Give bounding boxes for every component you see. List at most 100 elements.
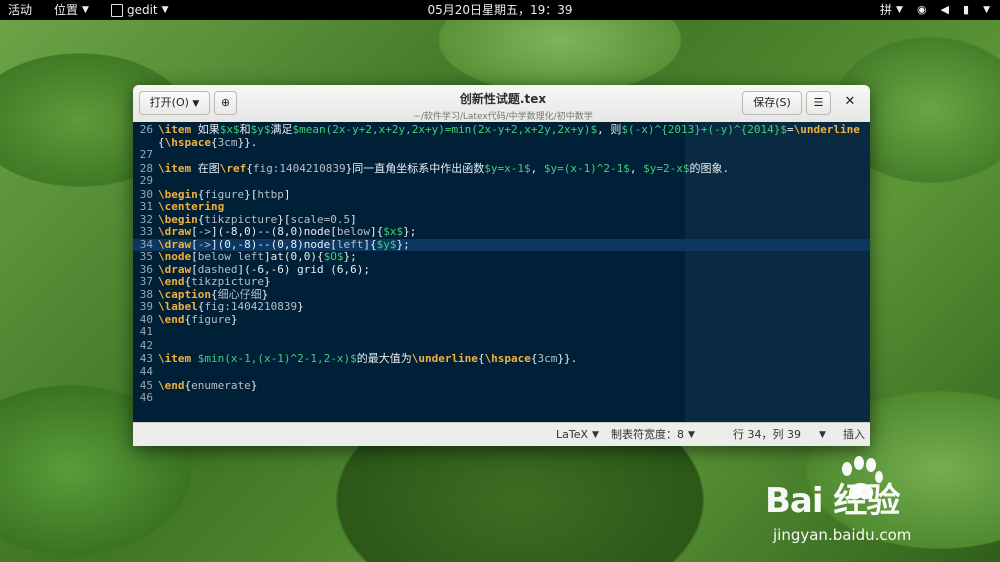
code-line[interactable]: 42: [133, 338, 870, 352]
input-method-label: 拼: [880, 3, 893, 17]
code-line[interactable]: 34 \draw[->](0,-8)--(0,8)node[left]{$y$};: [133, 237, 870, 251]
app-menu[interactable]: gedit ▼: [110, 0, 169, 20]
code-line[interactable]: 36 \draw[dashed](-6,-6) grid (6,6);: [133, 263, 870, 276]
code-line[interactable]: 26 \item 如果$x$和$y$满足$mean(2x-y+2,x+2y,2x+…: [133, 124, 870, 136]
new-document-icon: ⊕: [220, 96, 231, 109]
close-icon: ✕: [844, 94, 856, 109]
places-label: 位置: [54, 3, 79, 17]
language-label: LaTeX: [556, 428, 589, 441]
places-menu[interactable]: 位置 ▼: [54, 0, 89, 20]
line-number: 39: [139, 300, 153, 314]
hamburger-icon: ☰: [813, 96, 824, 109]
gedit-app-icon: [110, 3, 123, 17]
code-line[interactable]: 27: [133, 149, 870, 161]
close-button[interactable]: ✕: [839, 91, 861, 115]
chevron-down-icon: ▼: [819, 430, 826, 440]
line-text: \caption{细心仔细}: [158, 287, 269, 301]
code-line[interactable]: 33 \draw[->](-8,0)--(8,0)node[below]{$x$}…: [133, 226, 870, 238]
line-number: 46: [139, 391, 153, 404]
line-number: 29: [139, 174, 153, 188]
top-bar: 活动 位置 ▼ gedit ▼ 05月20日星期五，19：39 拼 ▼ ◉ ◀ …: [0, 0, 1000, 20]
code-line[interactable]: 29: [133, 175, 870, 187]
code-line[interactable]: 39 \label{fig:1404210839}: [133, 301, 870, 313]
wifi-icon[interactable]: ◉: [917, 0, 927, 20]
line-text: \end{tikzpicture}: [158, 275, 271, 289]
line-number: 32: [139, 212, 153, 226]
line-text: \begin{tikzpicture}[scale=0.5]: [158, 212, 357, 226]
line-text: \begin{figure}[htbp]: [158, 187, 291, 201]
open-button[interactable]: 打开(O) ▼: [139, 91, 210, 115]
system-menu[interactable]: ▼: [983, 0, 990, 20]
tab-width-selector[interactable]: 制表符宽度：8 ▼: [611, 423, 695, 446]
gedit-window: 打开(O) ▼ ⊕ 创新性试题.tex ~/软件学习/Latex代码/中学数理化…: [133, 85, 870, 446]
status-bar: LaTeX ▼ 制表符宽度：8 ▼ 行 34，列 39 ▼ 插入: [133, 422, 870, 446]
code-line[interactable]: 30 \begin{figure}[htbp]: [133, 187, 870, 201]
code-line[interactable]: 37 \end{tikzpicture}: [133, 276, 870, 288]
watermark-url: jingyan.baidu.com: [773, 526, 912, 544]
chevron-down-icon: ▼: [161, 5, 169, 15]
line-text: \centering: [158, 200, 225, 214]
line-number: 45: [139, 378, 153, 392]
code-line[interactable]: {\hspace{3cm}}.: [133, 135, 870, 149]
code-line[interactable]: 28 \item 在图\ref{fig:1404210839}同一直角坐标系中作出…: [133, 161, 870, 175]
line-text: \draw[->](-8,0)--(8,0)node[below]{$x$};: [158, 225, 417, 239]
new-tab-button[interactable]: ⊕: [214, 91, 237, 115]
open-button-label: 打开(O): [149, 96, 189, 109]
cursor-position[interactable]: 行 34，列 39: [733, 423, 801, 446]
window-title: 创新性试题.tex: [459, 92, 547, 106]
battery-icon[interactable]: ▮: [963, 0, 969, 20]
line-number: 35: [139, 250, 153, 264]
activities-button[interactable]: 活动: [8, 0, 32, 20]
code-line[interactable]: 41: [133, 326, 870, 338]
chevron-down-icon: ▼: [192, 99, 200, 109]
line-text: \draw[->](0,-8)--(0,8)node[left]{$y$};: [158, 237, 410, 251]
code-line[interactable]: 32 \begin{tikzpicture}[scale=0.5]: [133, 212, 870, 226]
app-menu-label: gedit: [126, 3, 158, 17]
chevron-down-icon: ▼: [688, 430, 695, 440]
line-text: \end{figure}: [158, 312, 238, 326]
language-selector[interactable]: LaTeX ▼: [556, 423, 599, 446]
text-editor[interactable]: 26 \item 如果$x$和$y$满足$mean(2x-y+2,x+2y,2x+…: [133, 122, 870, 422]
line-number: 43: [139, 352, 153, 366]
line-text: \item 在图\ref{fig:1404210839}同一直角坐标系中作出函数…: [158, 161, 730, 175]
save-button[interactable]: 保存(S): [742, 91, 802, 115]
clock[interactable]: 05月20日星期五，19：39: [427, 3, 572, 17]
line-text: \label{fig:1404210839}: [158, 300, 304, 314]
line-number: 44: [139, 364, 153, 378]
input-method-indicator[interactable]: 拼 ▼: [880, 0, 903, 20]
menu-button[interactable]: ☰: [806, 91, 831, 115]
code-line[interactable]: 43 \item $min(x-1,(x-1)^2-1,2-x)$的最大值为\un…: [133, 353, 870, 365]
line-text: \item $min(x-1,(x-1)^2-1,2-x)$的最大值为\unde…: [158, 352, 578, 366]
chevron-down-icon: ▼: [82, 5, 89, 15]
chevron-down-icon: ▼: [983, 5, 990, 15]
code-line[interactable]: 38 \caption{细心仔细}: [133, 287, 870, 301]
code-line[interactable]: 31 \centering: [133, 201, 870, 213]
code-line[interactable]: 46: [133, 392, 870, 404]
line-number: 28: [139, 161, 153, 175]
line-number: 41: [139, 325, 153, 339]
code-line[interactable]: 35 \node[below left]at(0,0){$O$};: [133, 251, 870, 263]
line-number: 34: [139, 237, 153, 251]
line-number: 30: [139, 187, 153, 201]
tab-width-label: 制表符宽度：8: [611, 428, 684, 441]
line-number: 42: [139, 338, 153, 352]
header-bar: 打开(O) ▼ ⊕ 创新性试题.tex ~/软件学习/Latex代码/中学数理化…: [133, 85, 870, 123]
line-number: 40: [139, 312, 153, 326]
title-block: 创新性试题.tex ~/软件学习/Latex代码/中学数理化/初中数学: [353, 90, 653, 122]
line-text: {\hspace{3cm}}.: [158, 135, 258, 149]
volume-icon[interactable]: ◀: [941, 0, 949, 20]
line-number: 38: [139, 287, 153, 301]
insert-mode[interactable]: 插入: [843, 423, 865, 446]
code-line[interactable]: 44: [133, 364, 870, 378]
line-text: \item 如果$x$和$y$满足$mean(2x-y+2,x+2y,2x+y)…: [158, 123, 860, 136]
cursor-position-label: 行 34，列 39: [733, 428, 801, 441]
chevron-down-icon: ▼: [896, 5, 903, 15]
position-dropdown[interactable]: ▼: [819, 423, 826, 446]
line-number: 37: [139, 275, 153, 289]
line-number: 31: [139, 200, 153, 214]
file-path: ~/软件学习/Latex代码/中学数理化/初中数学: [413, 112, 593, 122]
code-line[interactable]: 45 \end{enumerate}: [133, 378, 870, 392]
line-number: 26: [139, 123, 153, 136]
chevron-down-icon: ▼: [592, 430, 599, 440]
code-line[interactable]: 40 \end{figure}: [133, 312, 870, 326]
